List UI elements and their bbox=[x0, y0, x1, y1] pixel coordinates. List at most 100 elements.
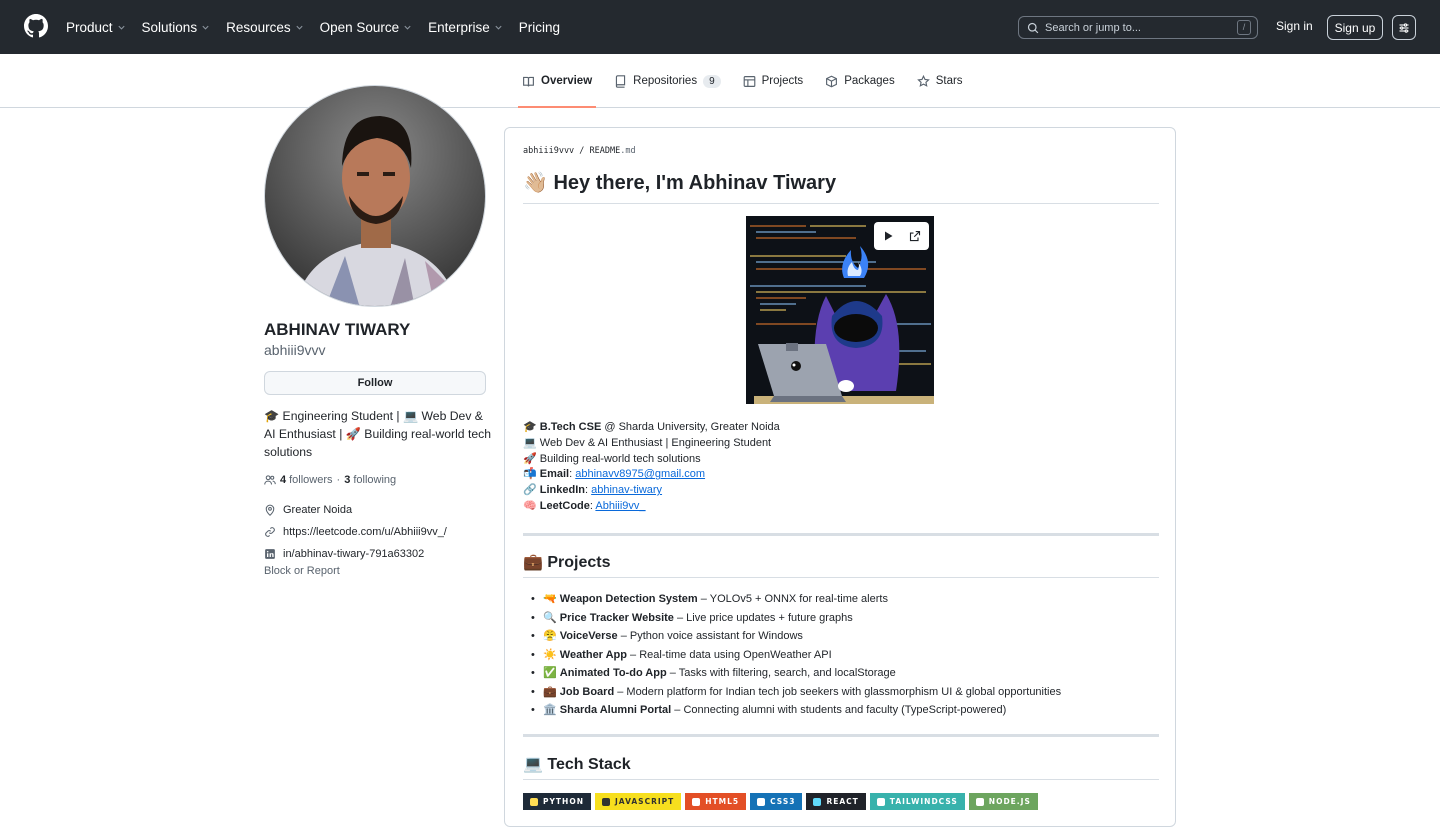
project-name: Weapon Detection System bbox=[559, 593, 698, 605]
nav-item-label: Product bbox=[66, 19, 113, 35]
play-icon[interactable] bbox=[882, 230, 894, 242]
badge-python: PYTHON bbox=[523, 793, 591, 810]
tab-counter: 9 bbox=[703, 74, 721, 88]
project-desc: – Real-time data using OpenWeather API bbox=[627, 648, 832, 661]
line-emoji: 🧠 bbox=[523, 499, 537, 512]
nav-item-open-source[interactable]: Open Source bbox=[320, 20, 413, 35]
avatar[interactable] bbox=[264, 85, 486, 307]
list-item: ☀️ Weather App – Real-time data using Op… bbox=[531, 646, 1061, 665]
project-name: Animated To-do App bbox=[559, 667, 667, 679]
nav-item-label: Solutions bbox=[141, 19, 198, 35]
chevron-down-icon bbox=[117, 25, 125, 30]
chevron-down-icon bbox=[404, 25, 411, 30]
nav-item-label: Enterprise bbox=[428, 19, 490, 35]
project-desc: – Connecting alumni with students and fa… bbox=[671, 704, 1007, 716]
main-nav: Product Solutions Resources Open Source Ente… bbox=[66, 0, 576, 54]
intro-line: 🧠 LeetCode: Abhiii9vv_ bbox=[523, 499, 780, 515]
line-label: B.Tech CSE bbox=[539, 421, 602, 433]
line-label: LinkedIn bbox=[539, 484, 585, 497]
readme-card: abhiii9vvv / README.md 👋🏼 Hey there, I'm… bbox=[504, 127, 1176, 827]
divider bbox=[523, 533, 1159, 536]
book-icon bbox=[523, 76, 534, 86]
following-count: 3 bbox=[344, 474, 351, 486]
readme-path-user[interactable]: abhiii9vvv bbox=[523, 146, 574, 156]
badge-react: REACT bbox=[806, 793, 866, 810]
tab-projects[interactable]: Projects bbox=[739, 54, 808, 108]
readme-title: 👋🏼 Hey there, I'm Abhinav Tiwary bbox=[523, 170, 1159, 204]
open-external-icon[interactable] bbox=[909, 230, 921, 242]
line-link[interactable]: abhinavv8975@gmail.com bbox=[575, 468, 705, 480]
tab-label: Projects bbox=[761, 75, 804, 87]
block-or-report-link[interactable]: Block or Report bbox=[264, 565, 340, 577]
python-logo-icon bbox=[530, 797, 538, 806]
follow-button[interactable]: Follow bbox=[264, 371, 486, 395]
tab-label: Repositories bbox=[633, 75, 698, 87]
project-emoji: 🏛️ bbox=[543, 704, 557, 716]
intro-line: 🔗 LinkedIn: abhinav-tiwary bbox=[523, 483, 780, 499]
search-shortcut-key: / bbox=[1237, 20, 1251, 35]
profile-bio: 🎓 Engineering Student | 💻 Web Dev & AI E… bbox=[264, 409, 491, 459]
chevron-down-icon bbox=[495, 25, 502, 30]
tab-stars[interactable]: Stars bbox=[913, 54, 967, 108]
tab-overview[interactable]: Overview bbox=[518, 54, 597, 108]
project-name: Weather App bbox=[559, 648, 627, 661]
html5-logo-icon bbox=[692, 797, 701, 806]
project-emoji: 💼 bbox=[543, 685, 557, 698]
tech-badges: PYTHON JAVASCRIPT HTML5 CSS3 REACT TAILWINDCS… bbox=[523, 793, 1038, 810]
readme-path-ext: .md bbox=[620, 146, 636, 156]
list-item: ✅ Animated To-do App – Tasks with filter… bbox=[531, 664, 1061, 683]
line-link[interactable]: abhinav-tiwary bbox=[591, 484, 662, 496]
line-emoji: 🔗 bbox=[523, 484, 537, 497]
projects-heading: 💼 Projects bbox=[523, 552, 1159, 578]
project-name: Price Tracker Website bbox=[559, 611, 674, 624]
tab-packages[interactable]: Packages bbox=[821, 54, 899, 108]
followers-link[interactable]: 4 followers bbox=[280, 474, 333, 486]
readme-path-file: README bbox=[589, 146, 621, 156]
badge-label: HTML5 bbox=[705, 797, 740, 806]
intro-line: 🚀 Building real-world tech solutions bbox=[523, 452, 780, 468]
nav-item-label: Open Source bbox=[319, 19, 400, 35]
project-desc: – Tasks with filtering, search, and loca… bbox=[666, 667, 896, 679]
line-text: Building real-world tech solutions bbox=[539, 452, 701, 465]
chevron-down-icon bbox=[296, 25, 303, 30]
profile-linkedin: in/abhinav-tiwary-791a63302 bbox=[264, 548, 424, 560]
stats-separator: · bbox=[336, 474, 341, 486]
tailwindcss-logo-icon bbox=[876, 797, 885, 806]
sign-up-button[interactable]: Sign up bbox=[1327, 15, 1383, 40]
nav-item-enterprise[interactable]: Enterprise bbox=[428, 20, 503, 35]
nav-item-solutions[interactable]: Solutions bbox=[142, 20, 211, 35]
badge-css3: CSS3 bbox=[750, 793, 803, 810]
following-link[interactable]: 3 following bbox=[344, 474, 396, 486]
profile-full-name: ABHINAV TIWARY bbox=[264, 320, 411, 339]
linkedin-link[interactable]: in/abhinav-tiwary-791a63302 bbox=[283, 548, 424, 560]
sliders-icon bbox=[1399, 22, 1409, 33]
badge-label: TAILWINDCSS bbox=[889, 797, 958, 806]
search-input[interactable]: Search or jump to... / bbox=[1018, 16, 1258, 39]
line-emoji: 💻 bbox=[523, 436, 537, 449]
github-logo-icon[interactable] bbox=[24, 14, 48, 38]
line-label: LeetCode bbox=[539, 499, 590, 512]
website-link[interactable]: https://leetcode.com/u/Abhiii9vv_/ bbox=[283, 526, 447, 538]
sign-in-link[interactable]: Sign in bbox=[1276, 19, 1313, 33]
settings-menu-button[interactable] bbox=[1392, 15, 1416, 40]
tab-label: Packages bbox=[844, 75, 895, 87]
nav-item-product[interactable]: Product bbox=[66, 20, 126, 35]
line-link[interactable]: Abhiii9vv_ bbox=[595, 500, 645, 512]
nav-item-pricing[interactable]: Pricing bbox=[519, 20, 560, 35]
list-item: 🏛️ Sharda Alumni Portal – Connecting alu… bbox=[531, 701, 1061, 720]
search-icon bbox=[1027, 22, 1039, 33]
project-name: VoiceVerse bbox=[559, 630, 618, 642]
badge-javascript: JAVASCRIPT bbox=[594, 793, 682, 810]
project-name: Job Board bbox=[559, 685, 615, 698]
tech-stack-heading: 💻 Tech Stack bbox=[523, 754, 1159, 780]
tab-repositories[interactable]: Repositories 9 bbox=[610, 54, 724, 108]
projects-list: 🔫 Weapon Detection System – YOLOv5 + ONN… bbox=[531, 590, 1061, 720]
javascript-logo-icon bbox=[601, 797, 610, 806]
line-emoji: 📬 bbox=[523, 468, 537, 481]
nav-item-resources[interactable]: Resources bbox=[226, 20, 304, 35]
followers-label: followers bbox=[289, 474, 333, 486]
profile-username: abhiii9vvv bbox=[264, 342, 326, 358]
link-icon bbox=[265, 527, 275, 537]
list-item: 🔍 Price Tracker Website – Live price upd… bbox=[531, 609, 1061, 628]
image-toolbar bbox=[874, 222, 929, 250]
